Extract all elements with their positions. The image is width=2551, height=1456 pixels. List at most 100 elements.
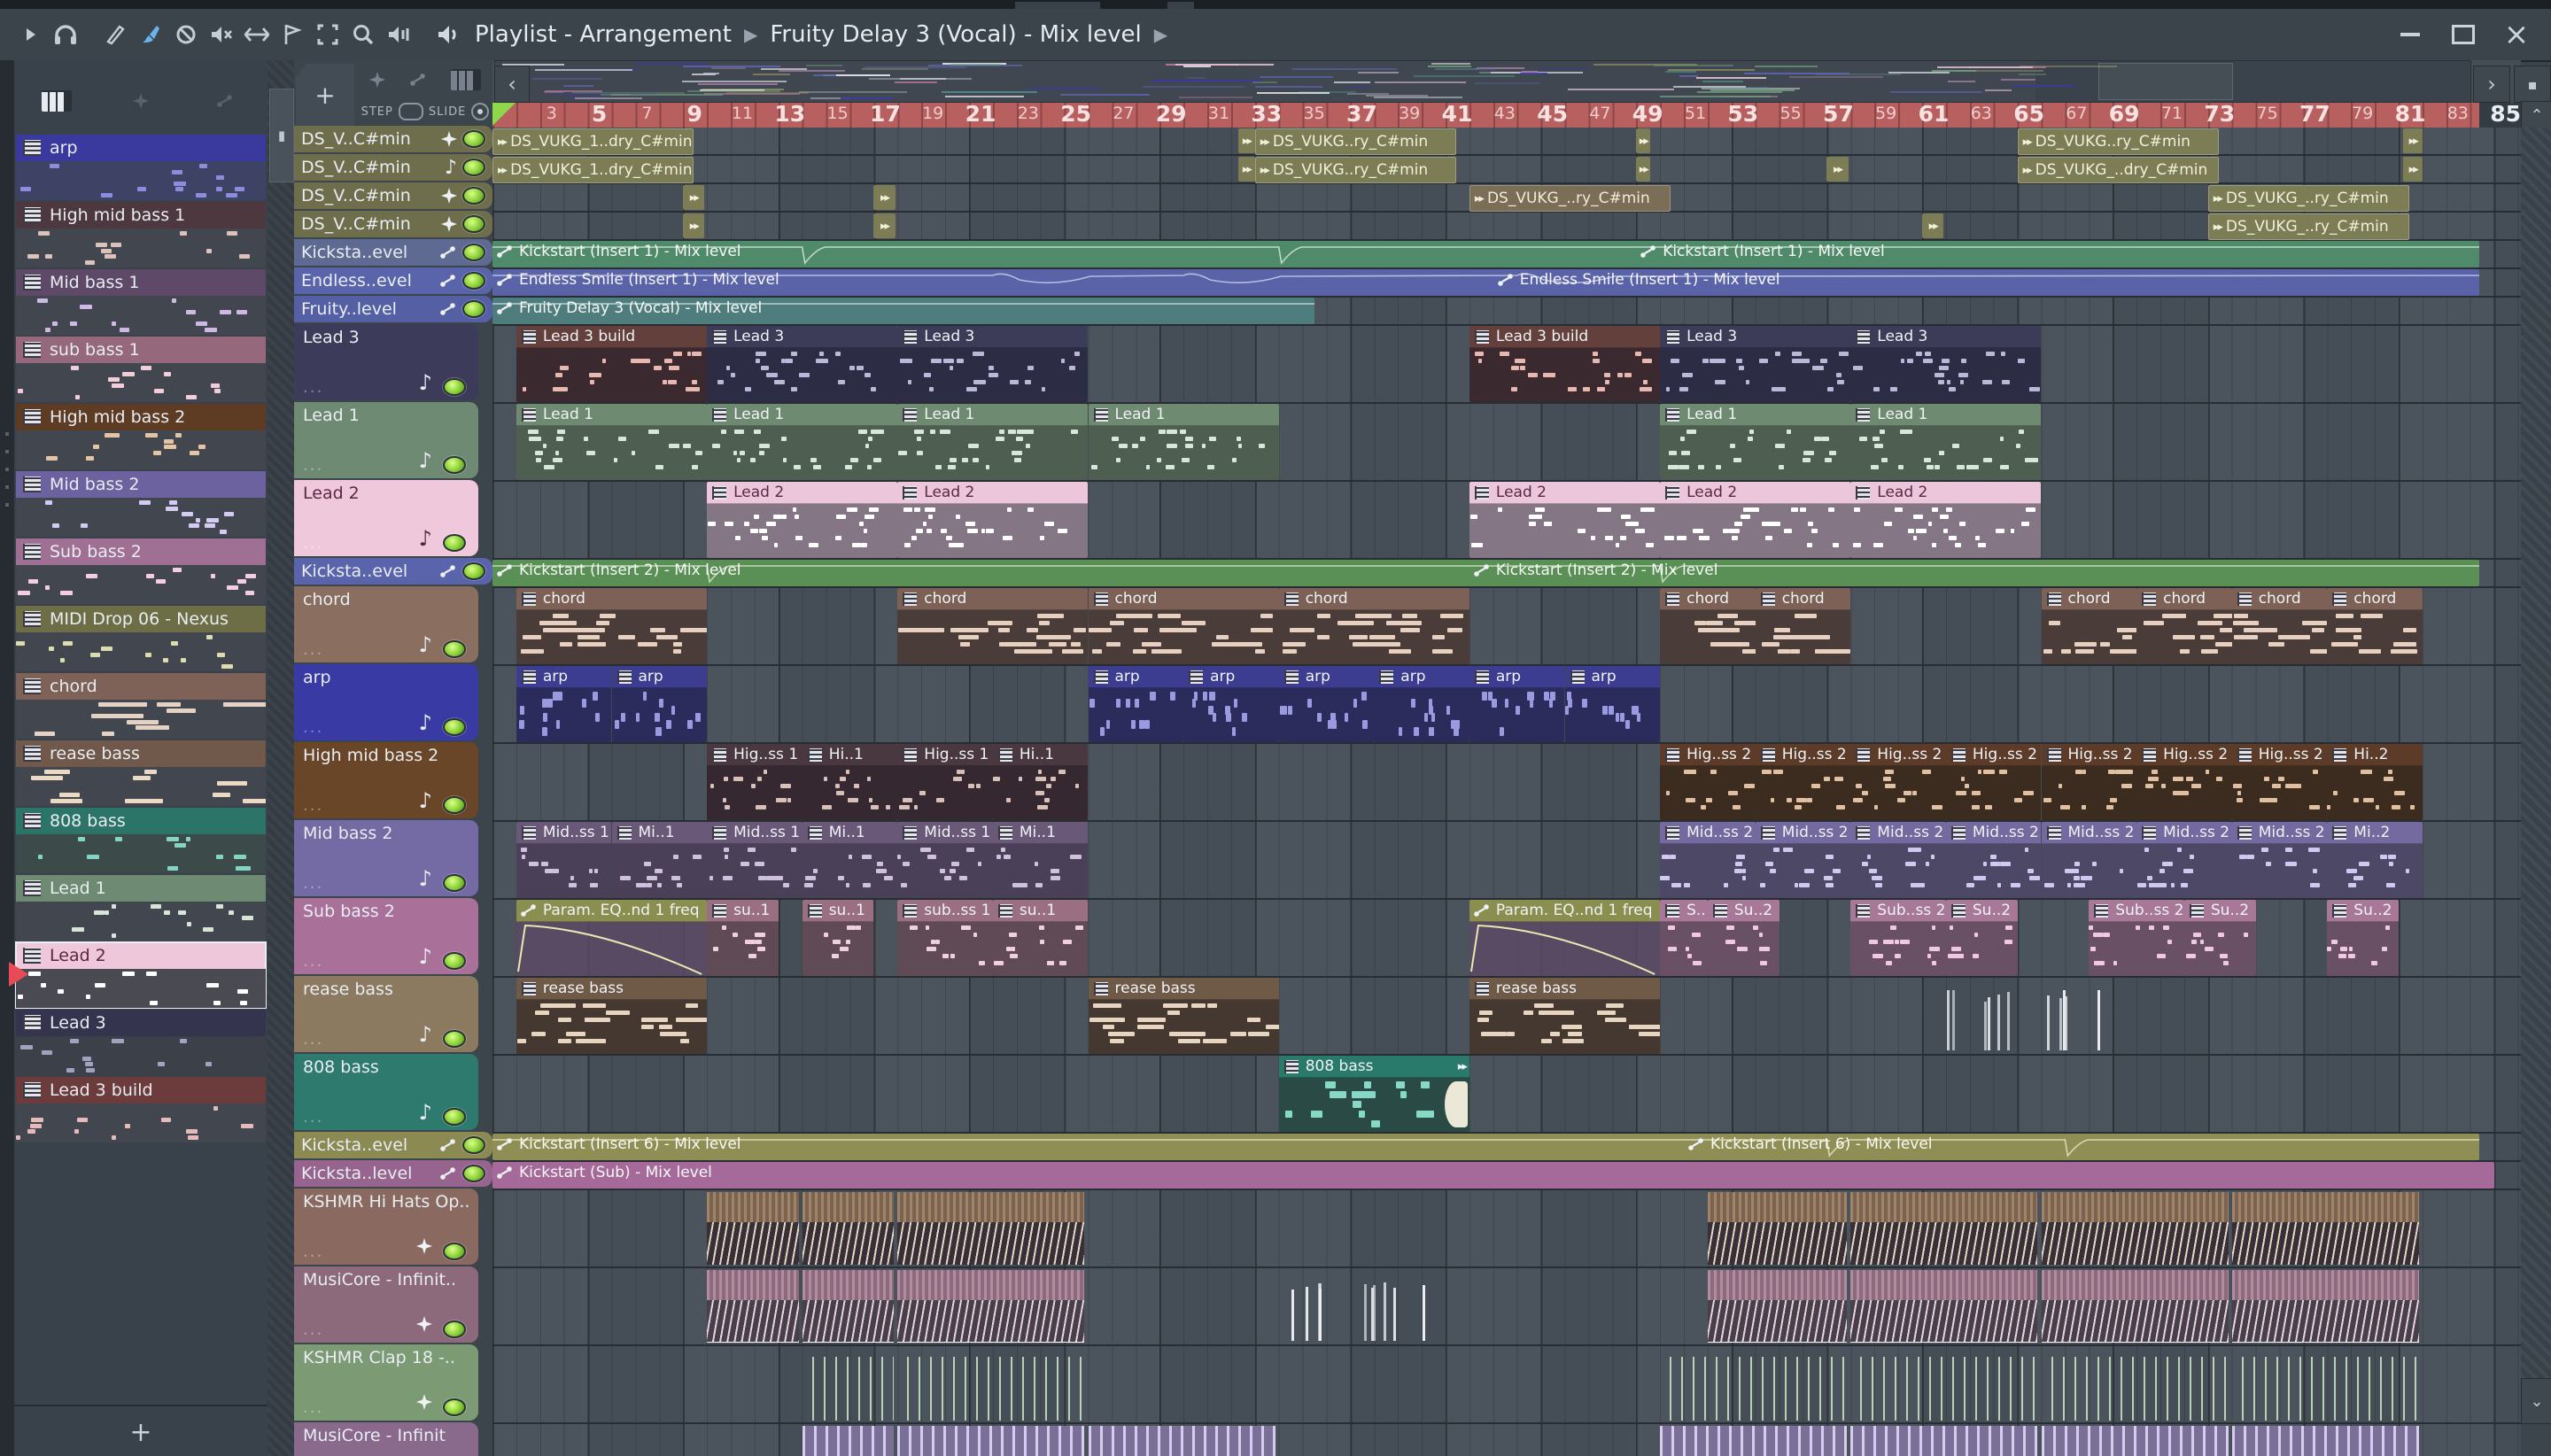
hihat-audio-segment[interactable] — [1850, 1192, 2038, 1265]
track-header[interactable]: Kicksta..evel — [294, 239, 492, 266]
track-options-dots[interactable]: ... — [303, 640, 323, 659]
pattern-item[interactable]: Lead 1 — [16, 875, 266, 941]
track-enable-led[interactable] — [443, 640, 466, 658]
audio-clip-fragment[interactable]: ▸▸ — [873, 213, 896, 238]
track-header[interactable]: KSHMR Clap 18 -..... — [294, 1344, 478, 1421]
pattern-item-header[interactable]: Lead 2 — [16, 942, 266, 969]
pattern-clip[interactable]: Mid..ss 1 — [707, 822, 803, 898]
track-options-dots[interactable]: ... — [303, 1320, 323, 1339]
minimap-scroll-right-button[interactable]: › — [2473, 66, 2510, 103]
stab-audio-segment[interactable] — [2041, 1426, 2229, 1456]
pattern-item-header[interactable]: Lead 3 — [16, 1010, 266, 1036]
track-header[interactable]: MusiCore - Infinit..... — [294, 1266, 478, 1343]
pattern-clip[interactable]: sub..ss 1 — [897, 900, 993, 976]
automation-clip[interactable]: Kickstart (Sub) - Mix level — [492, 1162, 2494, 1189]
automation-clip[interactable]: Kickstart (Insert 1) - Mix level Kickstar… — [492, 241, 2480, 267]
slide-tool-icon[interactable] — [239, 17, 275, 52]
clap-audio-segment[interactable] — [2041, 1357, 2229, 1421]
pattern-clip[interactable]: Lead 1 — [1660, 404, 1851, 480]
close-button[interactable]: × — [2501, 17, 2532, 52]
step-toggle[interactable] — [398, 103, 423, 120]
track-enable-led[interactable] — [462, 272, 485, 290]
pattern-list-scrollbar[interactable] — [268, 60, 294, 1456]
track-options-dots[interactable]: ... — [303, 1108, 323, 1127]
pattern-clip[interactable]: Hig..ss 2 — [1945, 744, 2042, 820]
pattern-item[interactable]: chord — [16, 673, 266, 739]
pattern-clip[interactable]: S.. — [1660, 900, 1708, 976]
pattern-clip[interactable]: Lead 1 — [707, 404, 898, 480]
pattern-item[interactable]: Mid bass 2 — [16, 471, 266, 537]
pattern-clip[interactable]: Lead 3 build — [1469, 326, 1661, 402]
audio-clip-fragment[interactable]: ▸▸ — [683, 213, 705, 238]
track-enable-led[interactable] — [443, 718, 466, 736]
stab-audio-segment[interactable] — [897, 1426, 1085, 1456]
pattern-item-header[interactable]: Lead 3 build — [16, 1077, 266, 1104]
track-header[interactable]: Lead 1... ♪ — [294, 402, 478, 478]
stab-audio-segment[interactable] — [1088, 1426, 1276, 1456]
track-enable-led[interactable] — [462, 562, 485, 580]
clap-audio-segment[interactable] — [897, 1357, 1085, 1421]
pattern-clip[interactable]: Mi..2 — [2327, 822, 2423, 898]
pattern-clip[interactable]: arp — [1564, 666, 1661, 742]
pattern-clip[interactable]: Su..2 — [1707, 900, 1779, 976]
pattern-item[interactable]: 808 bass — [16, 808, 266, 873]
track-header[interactable]: 808 bass... ♪ — [294, 1054, 478, 1130]
stab-audio-segment[interactable] — [1850, 1426, 2038, 1456]
hihat-audio-segment[interactable] — [707, 1192, 799, 1265]
stab-audio-segment[interactable] — [2231, 1426, 2419, 1456]
pattern-clip[interactable]: chord — [1088, 588, 1279, 664]
audio-clip[interactable]: ▸▸ DS_VUKG..ry_C#min — [2017, 128, 2219, 155]
clap-audio-segment[interactable] — [2231, 1357, 2419, 1421]
pattern-clip[interactable]: Mid..ss 2 — [2231, 822, 2328, 898]
track-enable-led[interactable] — [443, 874, 466, 892]
pattern-clip[interactable]: chord — [2231, 588, 2328, 664]
delete-tool-icon[interactable] — [168, 17, 204, 52]
track-options-dots[interactable]: ... — [303, 952, 323, 971]
track-header[interactable]: Kicksta..evel — [294, 558, 492, 585]
pattern-clip[interactable]: Hig..ss 2 — [2136, 744, 2232, 820]
pattern-clip[interactable]: chord — [2041, 588, 2137, 664]
pattern-clip[interactable]: chord — [2136, 588, 2232, 664]
pattern-clip[interactable]: chord — [1278, 588, 1469, 664]
slide-toggle[interactable] — [471, 103, 490, 120]
pattern-item-header[interactable]: 808 bass — [16, 808, 266, 834]
pattern-clip[interactable]: Lead 1 — [516, 404, 708, 480]
track-enable-led[interactable] — [462, 159, 485, 176]
audio-clip[interactable]: ▸▸ DS_VUKG_1..dry_C#min — [492, 128, 694, 155]
track-header[interactable]: High mid bass 2... ♪ — [294, 742, 478, 818]
pattern-clip[interactable]: Lead 2 — [707, 482, 898, 558]
pattern-clip[interactable]: rease bass — [516, 978, 708, 1054]
zoom-tool-icon[interactable] — [345, 17, 381, 52]
pattern-item-header[interactable]: sub bass 1 — [16, 337, 266, 363]
pattern-clip[interactable]: Lead 1 — [1088, 404, 1279, 480]
select-tool-icon[interactable] — [310, 17, 345, 52]
breadcrumb-section[interactable]: Playlist - Arrangement — [475, 21, 732, 48]
pattern-clip[interactable]: Mi..1 — [611, 822, 708, 898]
slip-edit-tool-icon[interactable] — [97, 17, 133, 52]
track-enable-led[interactable] — [462, 1136, 485, 1154]
pattern-clip[interactable]: Hi..1 — [992, 744, 1089, 820]
audio-clip[interactable]: ▸▸ DS_VUKG_..ry_C#min — [2207, 213, 2409, 240]
pattern-clip[interactable]: Mid..ss 2 — [2041, 822, 2137, 898]
vertical-scrollbar[interactable] — [2521, 128, 2551, 1378]
pattern-item-header[interactable]: arp — [16, 135, 266, 161]
track-options-dots[interactable]: ... — [303, 456, 323, 475]
arrangement-minimap[interactable] — [494, 60, 2471, 103]
audio-808-clip[interactable]: 808 bass ▸▸ — [1278, 1056, 1469, 1132]
pattern-clip[interactable]: arp — [1088, 666, 1184, 742]
track-header[interactable]: Sub bass 2... ♪ — [294, 898, 478, 974]
track-options-dots[interactable]: ... — [303, 534, 323, 553]
waveform-audio-segment[interactable] — [1850, 1270, 2038, 1343]
pattern-item-header[interactable]: Mid bass 1 — [16, 269, 266, 296]
pattern-clip[interactable]: Lead 2 — [1660, 482, 1851, 558]
pattern-item-header[interactable]: Sub bass 2 — [16, 538, 266, 565]
pattern-clip[interactable]: Mid..ss 2 — [1755, 822, 1851, 898]
pattern-item-header[interactable]: chord — [16, 673, 266, 700]
track-header[interactable]: KSHMR Hi Hats Op..... — [294, 1189, 478, 1265]
track-enable-led[interactable] — [462, 244, 485, 261]
timeline-ruler[interactable]: 3 5 7 9 11 13 15 17 19 21 23 25 27 29 31 33 35 37 39 41 43 45… — [492, 103, 2521, 128]
track-header[interactable]: rease bass... ♪ — [294, 976, 478, 1052]
pattern-clip[interactable]: Su..2 — [2327, 900, 2399, 976]
audio-clip-fragment[interactable]: ▸▸ — [1636, 157, 1651, 182]
pattern-clip[interactable]: Hig..ss 2 — [1660, 744, 1756, 820]
